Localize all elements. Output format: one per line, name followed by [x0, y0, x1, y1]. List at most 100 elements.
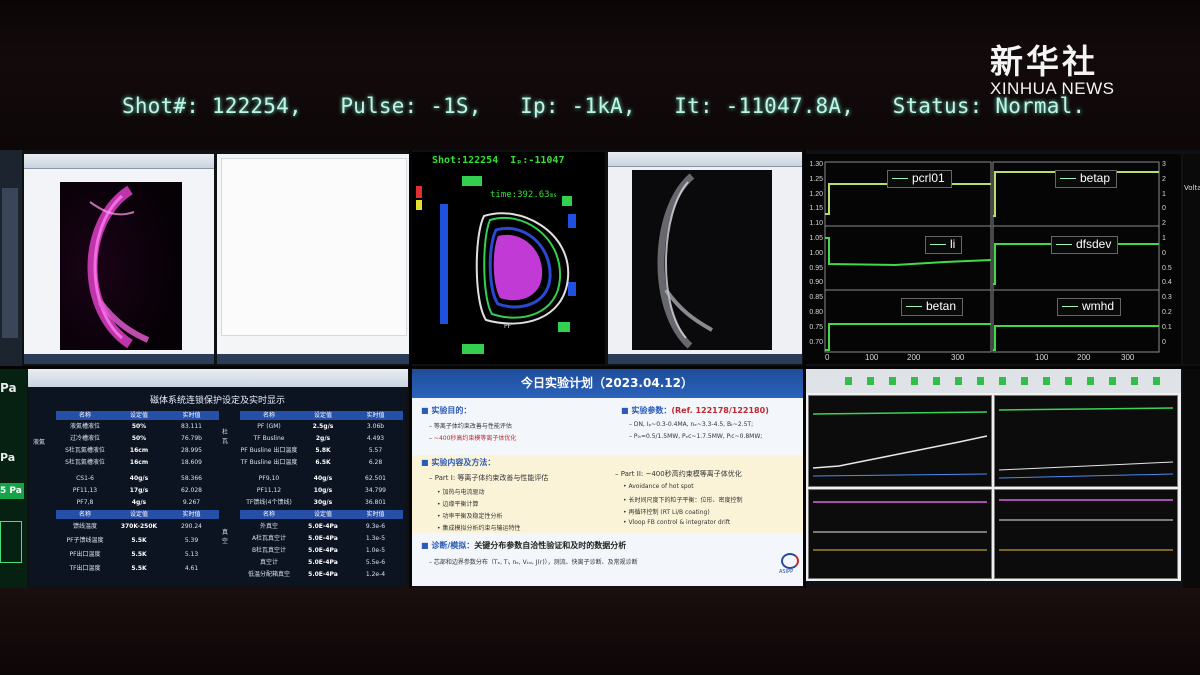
cell-value: 62.028 [181, 487, 202, 494]
header-value: 实时值 [182, 511, 201, 518]
y-tick-right: 1 [1162, 234, 1166, 242]
table-row: PF7,8 4g/s 9.267 [56, 497, 219, 509]
header-setpoint: 设定值 [129, 412, 148, 419]
y-tick-right: 3 [1162, 161, 1166, 168]
visible-camera-window[interactable] [608, 152, 802, 364]
group-dewar: 杜瓦 [222, 429, 229, 445]
y-tick-right: 2 [1162, 175, 1166, 183]
cell-setpoint: 5.0E-4Pa [308, 523, 338, 530]
camera-window-titlebar [608, 152, 802, 167]
part1-title: – Part I: 等离子体约束改善与性能评估 [429, 474, 549, 482]
cell-name: 低温分配箱真空 [247, 571, 290, 578]
diagnostic-plots-window [805, 369, 1181, 581]
room-background-bottom [0, 588, 1200, 675]
part1-item: • 功率平衡及稳定性分析 [437, 513, 503, 520]
plasma-window-taskbar [24, 354, 214, 364]
plasma-image [60, 182, 182, 350]
header-value: 实时值 [366, 511, 385, 518]
cell-name: S杜瓦氦槽液位 [65, 459, 105, 466]
current-plot-svg [999, 499, 1173, 551]
header-name: 名称 [262, 511, 275, 518]
y-tick-right: 0.1 [1162, 323, 1172, 331]
table-row: TF Busline 出口温度 6.5K 6.28 [240, 457, 403, 469]
plan-content-box: ■ 实验内容及方法： – Part I: 等离子体约束改善与性能评估 • 加热与… [411, 455, 803, 533]
part1-item: • 加热与电流驱动 [437, 489, 485, 496]
part2-item: • Avoidance of hot spot [623, 483, 694, 490]
cell-setpoint: 5.5K [131, 565, 147, 572]
cell-value: 36.801 [365, 499, 386, 506]
pa-label-1: Pa [0, 381, 17, 395]
plasma-window-titlebar [24, 154, 214, 169]
shot-number: Shot#: 122254, [122, 94, 302, 118]
left-header: 名称 设定值 实时值 [56, 411, 219, 420]
it-value: It: -11047.8A, [674, 94, 855, 118]
tokamak-svg: PF [416, 176, 576, 354]
y-tick-right: 0 [1162, 249, 1166, 257]
header-value: 实时值 [182, 412, 201, 419]
asipp-logo-icon [781, 553, 799, 569]
right-edge-panel: Volta [1183, 154, 1200, 364]
plan-purpose-title: ■ 实验目的： [421, 405, 471, 416]
cell-value: 9.267 [182, 499, 201, 506]
pa-label-3: 5 Pa [0, 483, 24, 499]
label-pcrl01: pcrl01 [887, 170, 952, 188]
table-row: S杜瓦氦槽液位 16cm 18.609 [56, 457, 219, 469]
params-title-text: 实验参数： [631, 406, 672, 415]
bullet-icon: ■ [421, 541, 429, 550]
x-tick: 200 [907, 353, 921, 362]
right-header: 名称 设定值 实时值 [240, 411, 403, 420]
cell-name: PF出口温度 [69, 551, 101, 558]
right-header-2: 名称 设定值 实时值 [240, 510, 403, 519]
diag-title-text: 诊断/模拟： [431, 541, 475, 550]
part2-item: • Vloop FB control & integrator drift [623, 519, 731, 526]
part2-item-text: Vloop FB control & integrator drift [628, 519, 731, 526]
table-row: TF Busline 2g/s 4.493 [240, 433, 403, 445]
cell-value: 1.3e-5 [365, 535, 386, 542]
blank-document-window[interactable] [217, 154, 409, 364]
part1-item-text: 功率平衡及稳定性分析 [442, 513, 503, 520]
svg-text:PF: PF [504, 323, 512, 330]
cell-setpoint: 17g/s [129, 487, 149, 494]
part2-item-text: 再循环控制 (RT Li/B coating) [628, 509, 710, 516]
part2-title: – Part II: ~400秒高约束模等离子体优化 [615, 470, 742, 478]
cell-value: 1.2e-4 [365, 571, 386, 578]
cell-setpoint: 5.0E-4Pa [308, 571, 338, 578]
cell-setpoint: 10g/s [313, 487, 333, 494]
left-edge-panel-bottom: Pa Pa 5 Pa [0, 369, 27, 588]
cell-name: PF (GM) [257, 423, 281, 430]
x-tick: 100 [865, 353, 879, 362]
xinhua-watermark: 新华社 XINHUA NEWS [990, 44, 1115, 98]
tokamak-equilibrium-display: Shot:122254 Iₚ:-11047 time:392.63ms PF [412, 152, 605, 364]
header-setpoint: 设定值 [313, 412, 332, 419]
cell-name: PF11,13 [72, 487, 98, 494]
cell-setpoint: 5.5K [131, 537, 147, 544]
cell-name: CS1-6 [76, 475, 94, 482]
part2-item-text: 长时间尺度下的粒子平衡：位形、密度控制 [628, 497, 743, 504]
cell-name: PF子馈线温度 [66, 537, 104, 544]
part1-title-text: Part I: 等离子体约束改善与性能评估 [434, 474, 549, 482]
cell-name: PF Busline 出口温度 [240, 447, 298, 454]
params-item-text: Pₗₕ=0.5/1.5MW, Pₑc~1.7.5MW, Pₗc~0.8MW; [633, 433, 763, 440]
y-tick-right: 0 [1162, 205, 1166, 213]
y-tick-left: 1.25 [809, 175, 823, 183]
plasma-camera-window[interactable] [24, 154, 214, 364]
cell-value: 3.06b [366, 423, 385, 430]
cell-name: TF出口温度 [69, 565, 101, 572]
params-item-2: – Pₗₕ=0.5/1.5MW, Pₑc~1.7.5MW, Pₗc~0.8MW; [629, 433, 763, 440]
cell-name: TF馈线(4个馈线) [246, 499, 292, 506]
table-row: PF Busline 出口温度 5.8K 5.57 [240, 445, 403, 457]
cell-value: 6.28 [368, 459, 383, 466]
y-tick-right: 0.4 [1162, 279, 1172, 287]
part1-item: • 集成模拟分析约束与输运特性 [437, 525, 521, 532]
cell-value: 4.61 [184, 565, 199, 572]
cell-value: 18.609 [181, 459, 202, 466]
header-name: 名称 [78, 412, 91, 419]
y-ticks-right: 3 2 1 0 2 1 0 0.5 0.4 0.3 0.2 0.1 0 [1162, 158, 1180, 350]
y-ticks-left: 1.30 1.25 1.20 1.15 1.10 1.05 1.00 0.95 … [805, 158, 823, 350]
shot-status-line: Shot#: 122254, Pulse: -1S, Ip: -1kA, It:… [122, 94, 1085, 118]
cell-value: 58.366 [181, 475, 202, 482]
y-tick-left: 1.30 [809, 161, 823, 168]
part1-item-text: 边缘平衡计算 [442, 501, 479, 508]
y-tick-right: 0.3 [1162, 294, 1172, 302]
table-row: PF出口温度 5.5K 5.13 [56, 549, 219, 561]
